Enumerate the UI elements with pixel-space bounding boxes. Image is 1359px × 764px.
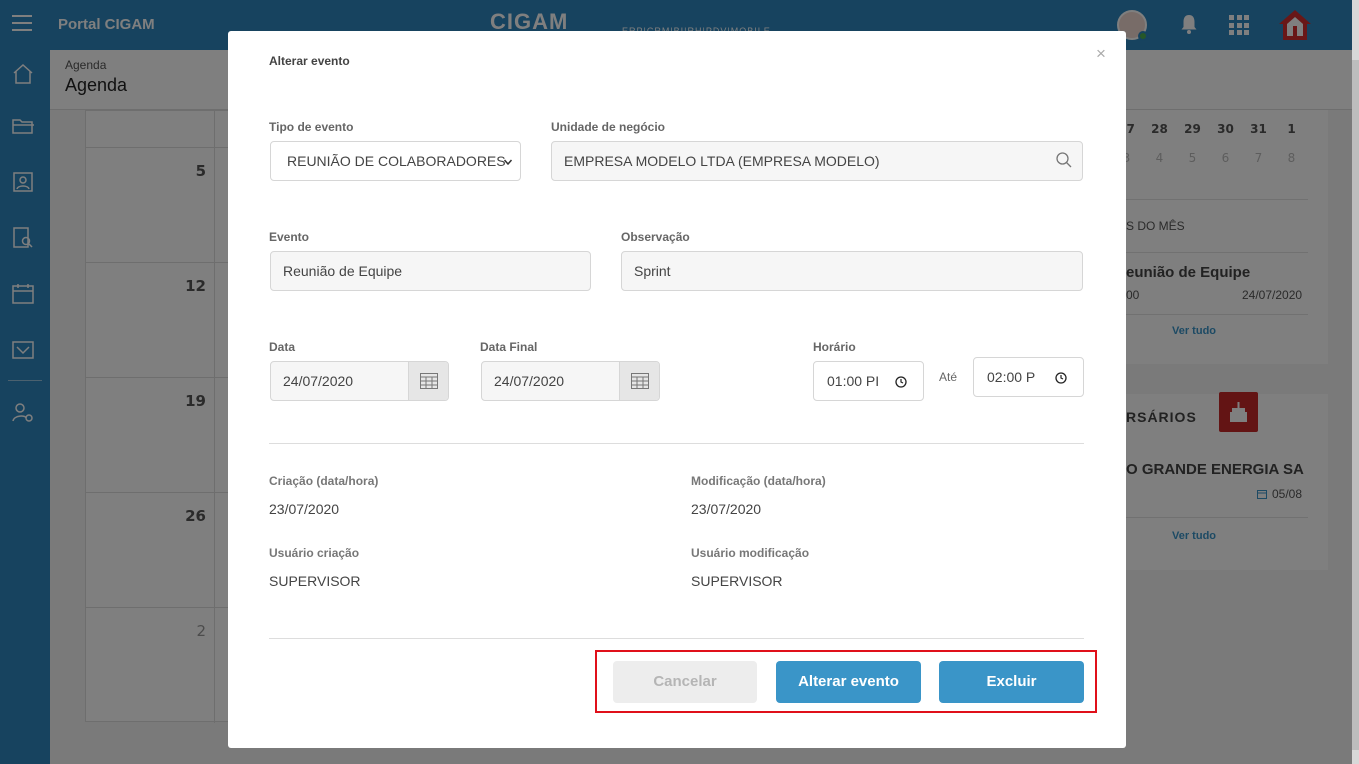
chevron-down-icon (504, 159, 512, 166)
date-picker-button[interactable] (408, 362, 448, 400)
unidade-field[interactable]: EMPRESA MODELO LTDA (EMPRESA MODELO) (551, 141, 1083, 181)
usuario-criacao-label: Usuário criação (269, 546, 360, 560)
cancel-button[interactable]: Cancelar (613, 661, 757, 703)
data-label: Data (269, 340, 296, 354)
usuario-modificacao-value: SUPERVISOR (691, 573, 783, 589)
tipo-evento-select[interactable]: REUNIÃO DE COLABORADORES (270, 141, 521, 181)
unidade-label: Unidade de negócio (551, 120, 666, 134)
calendar-icon (420, 373, 438, 389)
criacao-value: 23/07/2020 (269, 501, 340, 517)
evento-field[interactable]: Reunião de Equipe (270, 251, 591, 291)
observacao-label: Observação (621, 230, 690, 244)
divider (269, 443, 1084, 444)
divider (269, 638, 1084, 639)
clock-icon[interactable] (1055, 372, 1067, 384)
date-picker-button[interactable] (619, 362, 659, 400)
horario-separator: Até (939, 370, 958, 384)
alter-event-modal: Alterar evento × Tipo de evento REUNIÃO … (228, 31, 1126, 748)
horario-inicio-field[interactable]: 01:00 PI (813, 361, 924, 401)
data-field[interactable]: 24/07/2020 (270, 361, 449, 401)
clock-icon[interactable] (895, 376, 907, 388)
tipo-evento-label: Tipo de evento (269, 120, 354, 134)
observacao-field[interactable]: Sprint (621, 251, 1083, 291)
modal-title: Alterar evento (269, 54, 350, 68)
search-icon[interactable] (1055, 151, 1073, 169)
modificacao-label: Modificação (data/hora) (691, 474, 826, 488)
calendar-icon (631, 373, 649, 389)
delete-button[interactable]: Excluir (939, 661, 1084, 703)
usuario-criacao-value: SUPERVISOR (269, 573, 361, 589)
criacao-label: Criação (data/hora) (269, 474, 379, 488)
close-button[interactable]: × (1096, 45, 1106, 62)
data-final-label: Data Final (480, 340, 538, 354)
horario-label: Horário (813, 340, 856, 354)
scrollbar[interactable] (1352, 0, 1359, 764)
scrollbar-thumb[interactable] (1352, 60, 1359, 750)
modificacao-value: 23/07/2020 (691, 501, 762, 517)
alter-event-button[interactable]: Alterar evento (776, 661, 921, 703)
evento-label: Evento (269, 230, 310, 244)
data-final-field[interactable]: 24/07/2020 (481, 361, 660, 401)
horario-fim-field[interactable]: 02:00 P (973, 357, 1084, 397)
usuario-modificacao-label: Usuário modificação (691, 546, 810, 560)
